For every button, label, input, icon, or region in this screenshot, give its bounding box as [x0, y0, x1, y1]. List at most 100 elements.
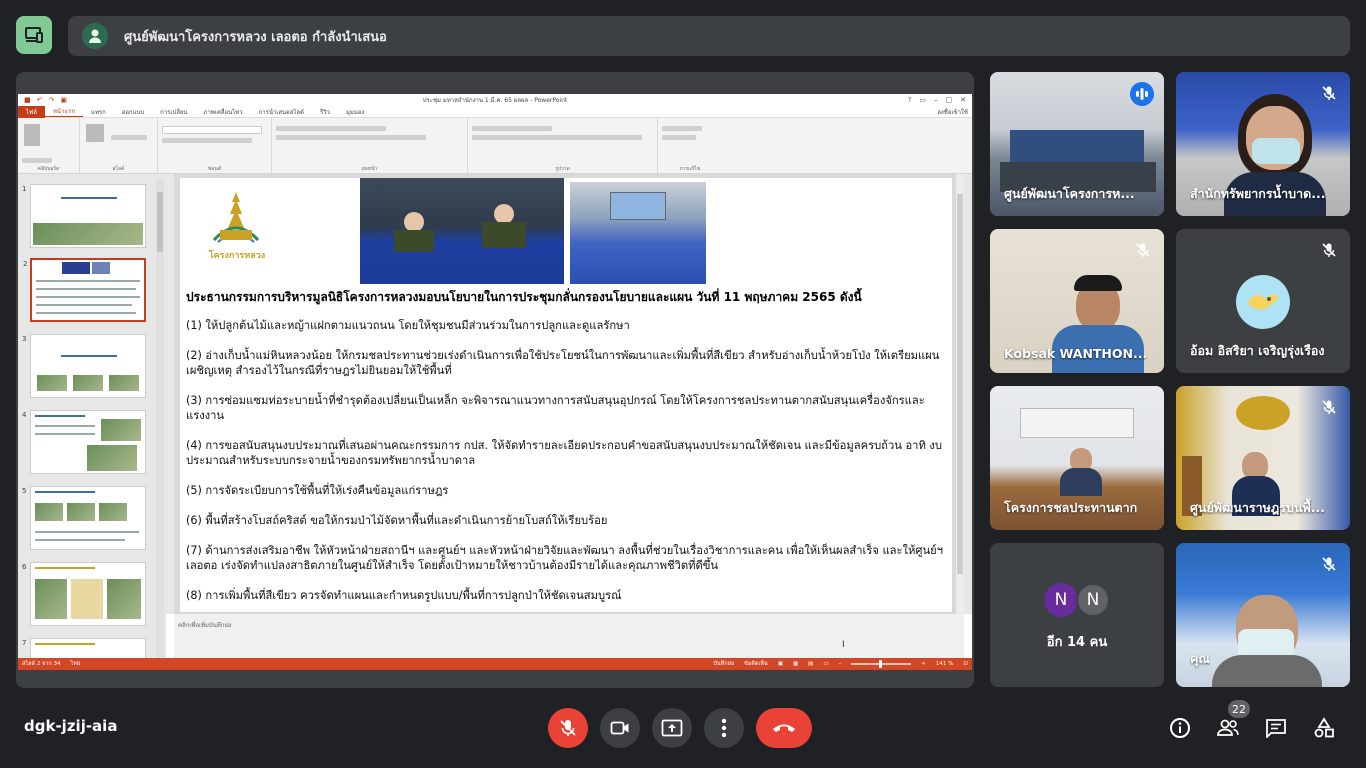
slide-scrollbar[interactable]: [956, 174, 964, 614]
tab-animations[interactable]: ภาพเคลื่อนไหว: [196, 107, 251, 117]
text-cursor-icon: I: [842, 640, 845, 650]
presenting-banner: ศูนย์พัฒนาโครงการหลวง เลอตอ กำลังนำเสนอ: [68, 16, 1350, 56]
slide-thumb-1[interactable]: 1: [22, 184, 146, 248]
ppt-ribbon: คลิปบอร์ด สไลด์ ฟอนต์ ย่อหน้า รูปวาด การ…: [18, 118, 972, 174]
tab-slideshow[interactable]: การนำเสนอสไลด์: [251, 107, 312, 117]
participant-tile-4[interactable]: อ้อม อิสริยา เจริญรุ่งเรือง: [1176, 229, 1350, 373]
ribbon-group-label: การแก้ไข: [679, 166, 701, 172]
fit-slide-icon[interactable]: ⊡: [963, 661, 968, 667]
people-button[interactable]: [1214, 714, 1242, 742]
zoom-out-icon[interactable]: –: [839, 661, 842, 667]
others-avatar-2: N: [1076, 583, 1110, 617]
tab-home[interactable]: หน้าแรก: [44, 106, 84, 117]
comments-toggle[interactable]: ข้อคิดเห็น: [744, 660, 768, 668]
slide-thumb-2[interactable]: 2: [23, 258, 146, 322]
slide-thumb-5[interactable]: 5: [22, 486, 146, 550]
ppt-body: 1 2 3 4 5 6 7 โครงการหลวง ประธานกรรมการบ…: [18, 174, 972, 658]
participant-tile-3[interactable]: Kobsak WANTHON...: [990, 229, 1164, 373]
microphone-button[interactable]: [548, 708, 588, 748]
slide-number: 6: [22, 563, 27, 571]
self-tile[interactable]: คุณ: [1176, 543, 1350, 687]
more-vert-icon: [721, 718, 727, 738]
participant-tile-5[interactable]: โครงการชลประทานตาก: [990, 386, 1164, 530]
zoom-in-icon[interactable]: +: [921, 661, 926, 667]
tab-view[interactable]: มุมมอง: [338, 107, 372, 117]
present-button[interactable]: [652, 708, 692, 748]
slide-item-7: (7) ด้านการส่งเสริมอาชีพ ให้หัวหน้าฝ่ายส…: [186, 544, 943, 572]
more-options-button[interactable]: [704, 708, 744, 748]
paste-icon[interactable]: [24, 124, 40, 146]
ribbon-group-label: สไลด์: [112, 166, 125, 172]
slide-number: 4: [22, 411, 27, 419]
slideshow-view-icon[interactable]: ▭: [823, 661, 828, 667]
others-tile[interactable]: N N อีก 14 คน: [990, 543, 1164, 687]
activities-button[interactable]: [1310, 714, 1338, 742]
mic-off-icon: [1136, 243, 1150, 257]
chat-button[interactable]: [1262, 714, 1290, 742]
logo-text: โครงการหลวง: [208, 251, 266, 261]
mic-off-icon: [560, 720, 576, 736]
reading-view-icon[interactable]: ▤: [808, 661, 813, 667]
notes-pane[interactable]: คลิกเพื่อเพิ่มบันทึกย่อ: [174, 614, 964, 658]
slide-number: 7: [22, 639, 27, 647]
slide-item-3: (3) การซ่อมแซมท่อระบายน้ำที่ชำรุดต้องเปล…: [186, 394, 925, 422]
thumbnail-scrollbar[interactable]: [156, 178, 164, 658]
participant-tile-2[interactable]: สำนักทรัพยากรน้ำบาด...: [1176, 72, 1350, 216]
tab-review[interactable]: รีวิว: [312, 107, 338, 117]
sorter-view-icon[interactable]: ▦: [793, 661, 798, 667]
sign-in-link[interactable]: ลงชื่อเข้าใช้: [929, 107, 972, 117]
others-count: อีก 14 คน: [1046, 635, 1108, 650]
slide-thumb-4[interactable]: 4: [22, 410, 146, 474]
person-icon: [89, 29, 101, 43]
slide-editor: โครงการหลวง ประธานกรรมการบริหารมูลนิธิโค…: [174, 174, 964, 614]
muted-indicator: [1318, 82, 1340, 104]
muted-indicator: [1132, 239, 1154, 261]
new-slide-icon[interactable]: [86, 124, 104, 142]
ribbon-font[interactable]: ฟอนต์: [158, 118, 272, 174]
presenter-avatar: [82, 23, 108, 49]
device-icon: [25, 27, 43, 43]
slide-number: 3: [22, 335, 27, 343]
meeting-details-button[interactable]: [1166, 714, 1194, 742]
shared-screen: ■ ↶ ↷ ▣ ประชุม มหาสถำนักงาน 1 มี.ค. 65 ผ…: [16, 72, 974, 688]
normal-view-icon[interactable]: ▣: [778, 661, 783, 667]
current-slide[interactable]: โครงการหลวง ประธานกรรมการบริหารมูลนิธิโค…: [180, 178, 952, 612]
slide-counter: สไลด์ 2 จาก 34: [22, 661, 61, 667]
meeting-photo-2: [570, 182, 706, 284]
royal-project-logo: โครงการหลวง: [200, 188, 272, 264]
slide-thumb-7[interactable]: 7: [22, 638, 146, 658]
ribbon-group-label: รูปวาด: [555, 166, 570, 172]
tab-design[interactable]: ออกแบบ: [114, 107, 152, 117]
participant-name: Kobsak WANTHON...: [1004, 346, 1148, 361]
ribbon-slides[interactable]: สไลด์: [80, 118, 158, 174]
ribbon-editing[interactable]: การแก้ไข: [658, 118, 722, 174]
language-indicator[interactable]: ไทย: [70, 660, 80, 668]
ppt-status-bar: สไลด์ 2 จาก 34 ไทย บันทึกย่อ ข้อคิดเห็น …: [18, 658, 972, 670]
meet-window: ศูนย์พัฒนาโครงการหลวง เลอตอ กำลังนำเสนอ …: [0, 0, 1366, 768]
ribbon-clipboard[interactable]: คลิปบอร์ด: [18, 118, 80, 174]
slide-thumb-3[interactable]: 3: [22, 334, 146, 398]
tab-transitions[interactable]: การเปลี่ยน: [152, 107, 195, 117]
companion-mode-button[interactable]: [16, 16, 52, 54]
camera-button[interactable]: [600, 708, 640, 748]
slide-item-6: (6) พื้นที่สร้างโบสถ์คริสต์ ขอให้กรมป่าไ…: [186, 514, 608, 527]
hang-up-icon: [773, 724, 795, 732]
participant-tile-1[interactable]: ศูนย์พัฒนาโครงการห...: [990, 72, 1164, 216]
tab-insert[interactable]: แทรก: [83, 107, 114, 117]
ribbon-paragraph[interactable]: ย่อหน้า: [272, 118, 468, 174]
participant-name: ศูนย์พัฒนาโครงการห...: [1004, 186, 1135, 201]
slide-thumb-6[interactable]: 6: [22, 562, 146, 626]
slide-item-1: (1) ให้ปลูกต้นไม้และหญ้าแฝกตามแนวถนน โดย…: [186, 319, 630, 332]
slide-body-text: (1) ให้ปลูกต้นไม้และหญ้าแฝกตามแนวถนน โดย…: [186, 318, 946, 612]
zoom-level[interactable]: 141 %: [936, 661, 953, 667]
participant-name: คุณ: [1190, 651, 1210, 666]
zoom-slider[interactable]: [851, 660, 912, 668]
muted-indicator: [1318, 553, 1340, 575]
tab-file[interactable]: ไฟล์: [18, 105, 45, 118]
leave-call-button[interactable]: [756, 708, 812, 748]
notes-toggle[interactable]: บันทึกย่อ: [713, 660, 734, 668]
bird-avatar-icon: [1247, 294, 1279, 310]
participant-tile-6[interactable]: ศูนย์พัฒนาราษฎรบนพื้...: [1176, 386, 1350, 530]
ribbon-drawing[interactable]: รูปวาด: [468, 118, 658, 174]
presenting-text: ศูนย์พัฒนาโครงการหลวง เลอตอ กำลังนำเสนอ: [124, 29, 387, 45]
